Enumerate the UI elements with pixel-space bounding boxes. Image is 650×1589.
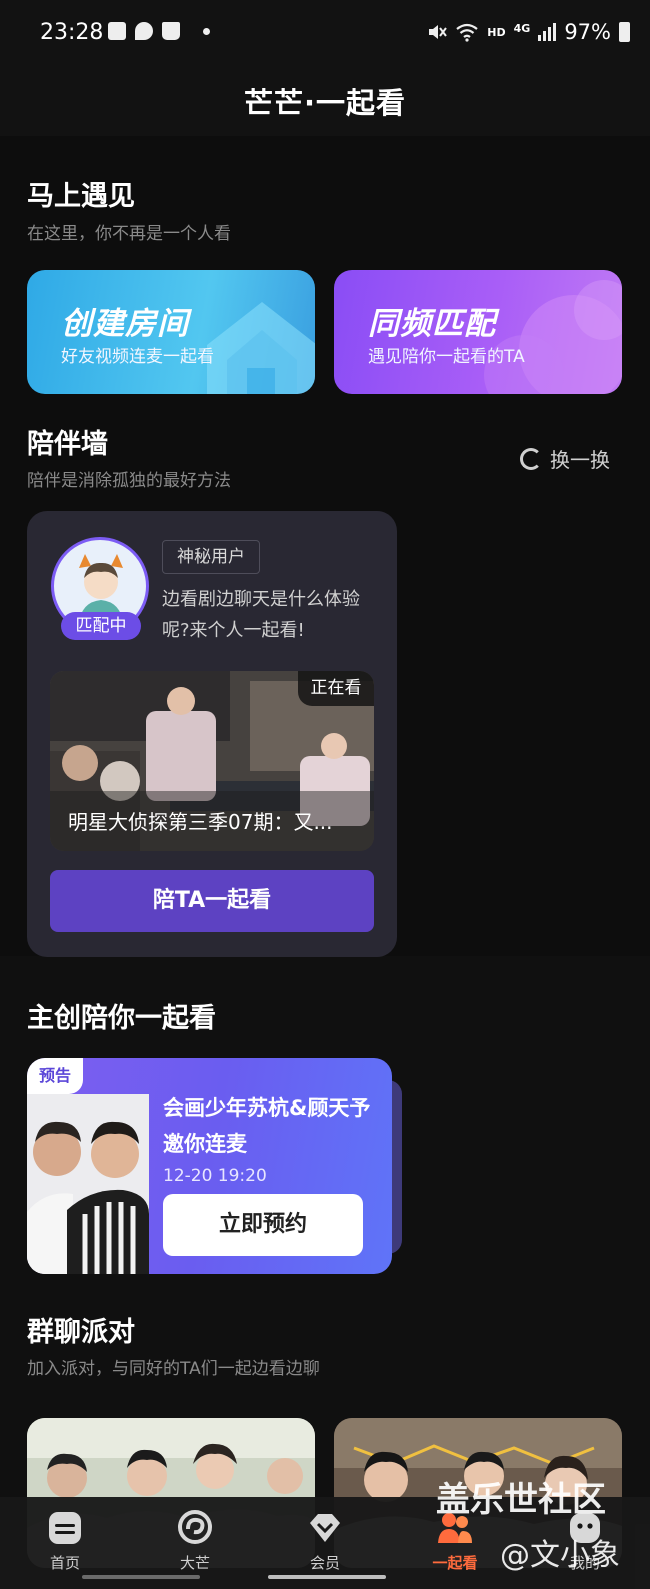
hd-label: HD [487,25,506,39]
creator-photo [27,1094,149,1274]
watching-video-thumbnail[interactable]: 正在看 明星大侦探第三季07期：又... [50,671,374,851]
network-type-label: 4G [513,21,531,35]
match-card[interactable]: 同频匹配 遇见陪你一起看的TA [334,270,622,394]
battery-icon [619,22,630,42]
watermark-author: @文小象 [500,1538,620,1573]
shopping-bag-icon [162,22,180,40]
status-time: 23:28 [40,20,104,45]
reserve-button[interactable]: 立即预约 [163,1194,363,1256]
video-title: 明星大侦探第三季07期：又... [68,810,333,834]
wall-section-title: 陪伴墙 [27,429,108,460]
creator-portrait-image [27,1094,149,1274]
home-icon [49,1512,81,1544]
header: 芒芒·一起看 [0,70,650,136]
refresh-button[interactable]: 换一换 [520,444,610,473]
match-subtitle: 遇见陪你一起看的TA [368,347,525,367]
mute-icon [429,25,448,39]
meet-section-title: 马上遇见 [27,181,135,212]
vip-diamond-icon [310,1514,340,1542]
nav-damang-label: 大芒 [179,1554,210,1572]
create-room-card[interactable]: 创建房间 好友视频连麦一起看 [27,270,315,394]
nav-watch-together-label: 一起看 [432,1554,478,1572]
wifi-icon [456,23,478,42]
nav-vip-label: 会员 [309,1554,340,1572]
matching-badge: 匹配中 [61,612,141,640]
match-title: 同频匹配 [368,306,496,342]
preview-tag: 预告 [27,1058,83,1094]
meet-section-subtitle: 在这里，你不再是一个人看 [27,224,231,244]
wall-section-subtitle: 陪伴是消除孤独的最好方法 [27,471,231,491]
signal-icon [538,23,557,41]
refresh-icon [520,447,542,470]
user-tag: 神秘用户 [162,540,260,574]
creator-section-title: 主创陪你一起看 [27,1003,216,1034]
gesture-bar [268,1575,386,1579]
watching-badge: 正在看 [298,671,374,706]
status-bar: 23:28 HD 4G 97% [0,0,650,70]
companion-card[interactable]: 匹配中 神秘用户 边看剧边聊天是什么体验呢?来个人一起看! 正在看 明星大侦探第… [27,511,397,957]
party-section-title: 群聊派对 [27,1317,135,1348]
page-title: 芒芒·一起看 [243,86,407,120]
notification-icons [108,22,210,40]
accompany-button[interactable]: 陪TA一起看 [50,870,374,932]
creator-event-time: 12-20 19:20 [163,1166,267,1186]
battery-percent: 97% [564,20,611,44]
create-room-subtitle: 好友视频连麦一起看 [61,347,214,367]
party-section-subtitle: 加入派对，与同好的TA们一起边看边聊 [27,1359,320,1379]
system-icons: HD 4G 97% [427,20,630,44]
creator-event-title: 会画少年苏杭&顾天予邀你连麦 [163,1096,371,1156]
nav-home-label: 首页 [49,1554,80,1572]
gallery-icon [108,22,126,40]
refresh-label: 换一换 [550,448,610,472]
watermark-community: 盖乐世社区 [436,1480,606,1520]
message-icon [135,22,153,40]
damang-icon [178,1510,212,1544]
creator-card[interactable]: 预告 会画少年苏杭&顾天予邀你连麦 12-20 19:20 立即预约 [27,1058,392,1274]
gesture-bar-secondary [82,1575,200,1579]
more-notifications-icon [203,27,210,35]
companion-description: 边看剧边聊天是什么体验呢?来个人一起看! [162,589,360,641]
create-room-title: 创建房间 [61,306,189,342]
